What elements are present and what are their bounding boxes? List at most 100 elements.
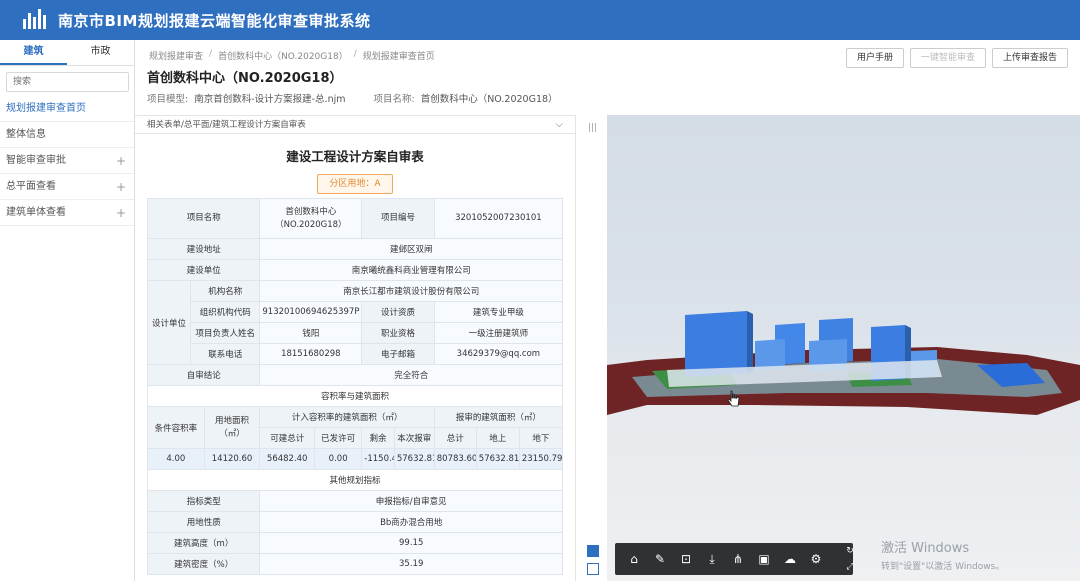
smart-review-button[interactable]: 一键智能审查 — [909, 48, 986, 68]
expand-icon[interactable]: + — [116, 200, 126, 225]
breadcrumb: 规划报建审查 / 首创数科中心（NO.2020G18） / 规划报建审查首页 — [149, 49, 435, 62]
land-area-label: 用地面积 （㎡） — [203, 406, 261, 449]
main-content: 规划报建审查 / 首创数科中心（NO.2020G18） / 规划报建审查首页 用… — [135, 40, 1080, 581]
table-cell: 57632.81 — [475, 448, 520, 470]
sub-header: 本次报审 — [393, 427, 435, 449]
tab-architecture[interactable]: 建筑 — [0, 40, 67, 65]
sidebar-item-building-view[interactable]: 建筑单体查看 + — [0, 200, 134, 226]
chevron-down-icon[interactable]: ⌵ — [555, 116, 563, 134]
design-unit-label: 设计单位 — [146, 280, 192, 365]
email-value: 34629379@qq.com — [433, 343, 564, 365]
sub-header: 总计 — [433, 427, 477, 449]
home-icon[interactable]: ⌂ — [621, 546, 647, 572]
view-mode-switcher — [587, 545, 599, 575]
sidebar-item-label: 规划报建审查首页 — [6, 103, 86, 114]
breadcrumb-separator: / — [353, 49, 357, 59]
expand-icon[interactable]: + — [116, 148, 126, 173]
sub-header: 已发许可 — [313, 427, 363, 449]
sidebar-search-input[interactable] — [6, 72, 129, 92]
sidebar-item-label: 总平面查看 — [6, 181, 56, 192]
title-label: 职业资格 — [361, 322, 435, 344]
name-label: 项目名称: — [373, 94, 415, 105]
sidebar-item-overall-info[interactable]: 整体信息 — [0, 122, 134, 148]
sub-header: 可建总计 — [259, 427, 315, 449]
tree-icon[interactable]: ⋔ — [725, 546, 751, 572]
land-area-text: 用地面积 — [215, 415, 250, 426]
sidebar-item-site-plan[interactable]: 总平面查看 + — [0, 174, 134, 200]
sub-header: 地下 — [518, 427, 564, 449]
fullscreen-icon[interactable]: ⤢ — [846, 562, 853, 572]
qualification-label: 设计资质 — [361, 301, 435, 323]
expand-icon[interactable]: + — [116, 174, 126, 199]
sub-header: 剩余 — [361, 427, 395, 449]
header-actions: 用户手册 一键智能审查 上传审查报告 — [845, 48, 1068, 68]
watermark-title: 激活 Windows — [881, 541, 970, 556]
name-value: 首创数科中心（NO.2020G18） — [420, 94, 558, 105]
bim-3d-viewer[interactable]: 激活 Windows 转到"设置"以激活 Windows。 ⌂ ✎ ⊡ ⤓ ⋔ … — [607, 115, 1080, 581]
upload-report-button[interactable]: 上传审查报告 — [991, 48, 1068, 68]
section-box-icon[interactable]: ⊡ — [673, 546, 699, 572]
table-cell: 80783.60 — [433, 448, 477, 470]
viewer-toolbar: ⌂ ✎ ⊡ ⤓ ⋔ ▣ ☁ ⚙ ↻ ⤢ — [615, 543, 854, 575]
app-header: 南京市BIM规划报建云端智能化审查审批系统 — [0, 0, 1080, 40]
layers-icon[interactable]: ▣ — [751, 546, 777, 572]
density-value: 35.19 — [259, 553, 563, 575]
single-view-icon[interactable] — [587, 545, 599, 557]
logo-icon — [14, 0, 54, 40]
sidebar-item-label: 整体信息 — [6, 129, 46, 140]
builder-value: 南京曦统鑫科商业管理有限公司 — [259, 259, 563, 281]
org-name-value: 南京长江都市建筑设计股份有限公司 — [259, 280, 563, 302]
project-meta: 项目模型: 南京首创数科-设计方案报建-总.njm 项目名称: 首创数科中心（NO.… — [147, 91, 558, 105]
settings-icon[interactable]: ⚙ — [803, 546, 829, 572]
page-title: 首创数科中心（NO.2020G18） — [147, 71, 343, 86]
building-tower — [685, 311, 747, 377]
panel-splitter[interactable]: ||| — [576, 115, 606, 581]
table-cell: 57632.81 — [393, 448, 435, 470]
table-cell: 14120.60 — [203, 448, 261, 470]
zone-tag[interactable]: 分区用地：A — [317, 174, 393, 194]
land-nature-label: 用地性质 — [146, 511, 261, 533]
density-label: 建筑密度（%） — [146, 553, 261, 575]
breadcrumb-item[interactable]: 首创数科中心（NO.2020G18） — [218, 49, 348, 62]
weather-icon[interactable]: ☁ — [777, 546, 803, 572]
leader-value: 钱阳 — [259, 322, 363, 344]
sidebar-item-smart-review[interactable]: 智能审查审批 + — [0, 148, 134, 174]
breadcrumb-separator: / — [209, 49, 213, 59]
org-code-value: 91320100694625397P — [259, 301, 363, 323]
measure-icon[interactable]: ✎ — [647, 546, 673, 572]
sidebar-tabs: 建筑 市政 — [0, 40, 134, 66]
refresh-icon[interactable]: ↻ — [846, 546, 854, 556]
builder-label: 建设单位 — [146, 259, 261, 281]
project-no-label: 项目编号 — [361, 198, 435, 239]
user-manual-button[interactable]: 用户手册 — [845, 48, 904, 68]
drag-handle-icon[interactable]: ||| — [588, 123, 597, 133]
breadcrumb-item[interactable]: 规划报建审查 — [149, 49, 203, 62]
sidebar-item-label: 智能审查审批 — [6, 155, 66, 166]
counted-area-label: 计入容积率的建筑面积（㎡） — [259, 406, 435, 428]
land-nature-value: Bb商办混合用地 — [259, 511, 563, 533]
sidebar-item-review-home[interactable]: 规划报建审查首页 — [0, 96, 134, 122]
table-cell: 0.00 — [313, 448, 363, 470]
form-panel: 相关表单/总平面/建筑工程设计方案自审表 ⌵ 建设工程设计方案自审表 分区用地：… — [135, 115, 576, 581]
conclusion-value: 完全符合 — [259, 364, 563, 386]
watermark-subtitle: 转到"设置"以激活 Windows。 — [881, 562, 1005, 572]
address-value: 建邺区双闸 — [259, 238, 563, 260]
phone-value: 18151680298 — [259, 343, 363, 365]
download-icon[interactable]: ⤓ — [699, 546, 725, 572]
split-view-icon[interactable] — [587, 563, 599, 575]
land-area-unit: （㎡） — [219, 428, 245, 439]
tab-municipal[interactable]: 市政 — [67, 40, 134, 65]
table-cell: -1150.41 — [361, 448, 395, 470]
activation-watermark: 激活 Windows 转到"设置"以激活 Windows。 — [881, 537, 1004, 572]
cond-far-label: 条件容积率 — [147, 406, 205, 449]
panel-header[interactable]: 相关表单/总平面/建筑工程设计方案自审表 ⌵ — [135, 116, 575, 134]
model-scene[interactable] — [607, 115, 1080, 581]
email-label: 电子邮箱 — [361, 343, 435, 365]
panel-header-label: 相关表单/总平面/建筑工程设计方案自审表 — [147, 120, 306, 130]
phone-label: 联系电话 — [190, 343, 261, 365]
indicator-type-value: 申报指标/自审意见 — [259, 490, 563, 512]
project-name-label: 项目名称 — [146, 198, 261, 239]
model-value: 南京首创数科-设计方案报建-总.njm — [194, 94, 346, 105]
conclusion-label: 自审结论 — [146, 364, 261, 386]
form-title: 建设工程设计方案自审表 — [286, 149, 424, 164]
